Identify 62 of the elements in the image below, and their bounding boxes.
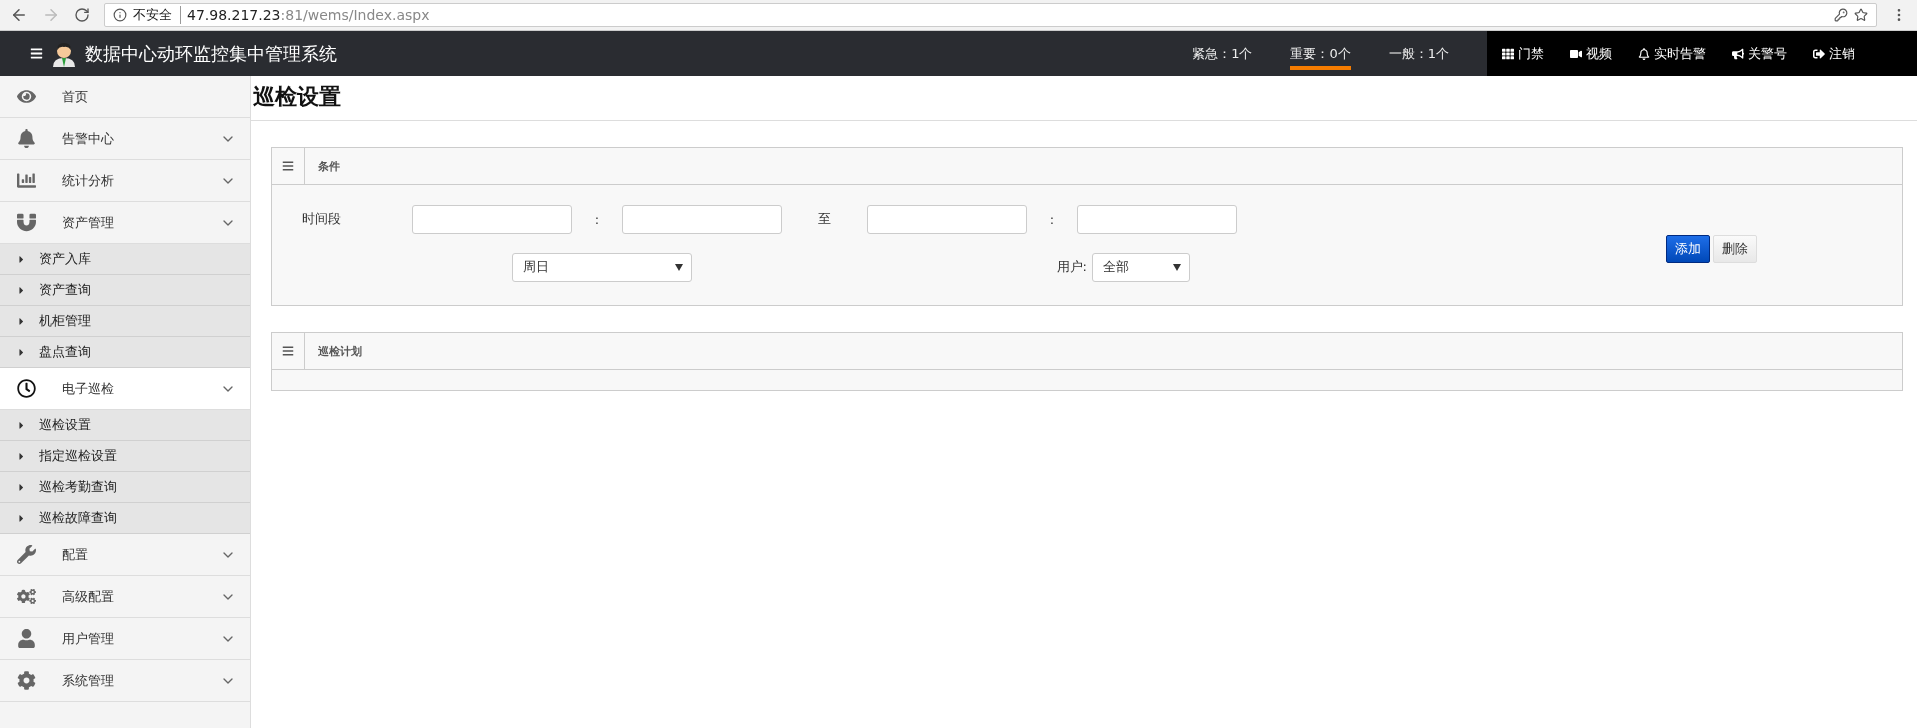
back-icon[interactable]	[10, 6, 28, 24]
megaphone-icon	[1732, 47, 1744, 60]
weekday-select[interactable]: 周日	[512, 252, 692, 282]
nav-link[interactable]: 关警号	[1732, 44, 1787, 63]
nav-link[interactable]: 门禁	[1502, 44, 1544, 63]
submenu-item[interactable]: 盘点查询	[0, 337, 250, 368]
sign-out-icon	[1813, 47, 1825, 60]
gears-icon	[16, 587, 36, 606]
sidebar-item[interactable]: 电子巡检	[0, 368, 250, 410]
info-icon	[113, 8, 127, 22]
input-field[interactable]	[867, 204, 1027, 234]
submenu-item[interactable]: 巡检考勤查询	[0, 472, 250, 503]
url-text: 47.98.217.23:81/wems/Index.aspx	[187, 7, 430, 23]
bell-icon	[16, 129, 36, 148]
address-bar[interactable]: 不安全 47.98.217.23:81/wems/Index.aspx	[104, 3, 1877, 27]
nav-link[interactable]: 注销	[1813, 44, 1855, 63]
submenu-item[interactable]: 指定巡检设置	[0, 441, 250, 472]
separator: :	[1049, 211, 1055, 227]
submenu-item[interactable]: 巡检故障查询	[0, 503, 250, 534]
dropdown-icon	[1173, 263, 1181, 271]
submenu-item[interactable]: 机柜管理	[0, 306, 250, 337]
avatar-icon	[51, 40, 77, 67]
alarm-count[interactable]: 重要：0个	[1290, 44, 1351, 70]
separator: :	[594, 211, 600, 227]
field-label: 至	[818, 210, 831, 228]
wrench-icon	[16, 545, 36, 564]
page-title: 巡检设置	[251, 76, 1917, 121]
list-icon	[282, 345, 294, 357]
magnet-icon	[16, 213, 36, 232]
clock-icon	[16, 379, 36, 398]
nav-link[interactable]: 实时告警	[1638, 44, 1706, 63]
app-title: 数据中心动环监控集中管理系统	[85, 41, 337, 66]
key-icon[interactable]	[1834, 8, 1848, 22]
action-button[interactable]: 删除	[1713, 235, 1757, 263]
alarm-count[interactable]: 一般：1个	[1388, 44, 1449, 70]
nav-link[interactable]: 视频	[1570, 44, 1612, 63]
list-icon	[282, 160, 294, 172]
field-label: 用户:	[1056, 258, 1087, 276]
panel-title: 巡检计划	[318, 343, 362, 359]
panel-title: 条件	[318, 158, 340, 174]
user-select[interactable]: 全部	[1092, 252, 1190, 282]
grid-icon	[1502, 47, 1514, 60]
reload-icon[interactable]	[74, 7, 90, 23]
menu-icon[interactable]	[30, 47, 43, 60]
bar-chart-icon	[16, 171, 36, 190]
gear-icon	[16, 671, 36, 690]
input-field[interactable]	[622, 204, 782, 234]
star-icon[interactable]	[1854, 8, 1868, 22]
input-field[interactable]	[1077, 204, 1237, 234]
input-field[interactable]	[412, 204, 572, 234]
security-label: 不安全	[133, 6, 181, 24]
eye-icon	[16, 87, 36, 106]
action-button[interactable]: 添加	[1666, 235, 1710, 263]
alarm-count[interactable]: 紧急：1个	[1192, 44, 1253, 70]
submenu-item[interactable]: 巡检设置	[0, 410, 250, 441]
video-camera-icon	[1570, 47, 1582, 60]
submenu-item[interactable]: 资产入库	[0, 244, 250, 275]
field-label: 时间段	[302, 210, 341, 228]
submenu-item[interactable]: 资产查询	[0, 275, 250, 306]
bell-icon	[1638, 47, 1650, 60]
dropdown-icon	[675, 263, 683, 271]
user-icon	[16, 629, 36, 648]
